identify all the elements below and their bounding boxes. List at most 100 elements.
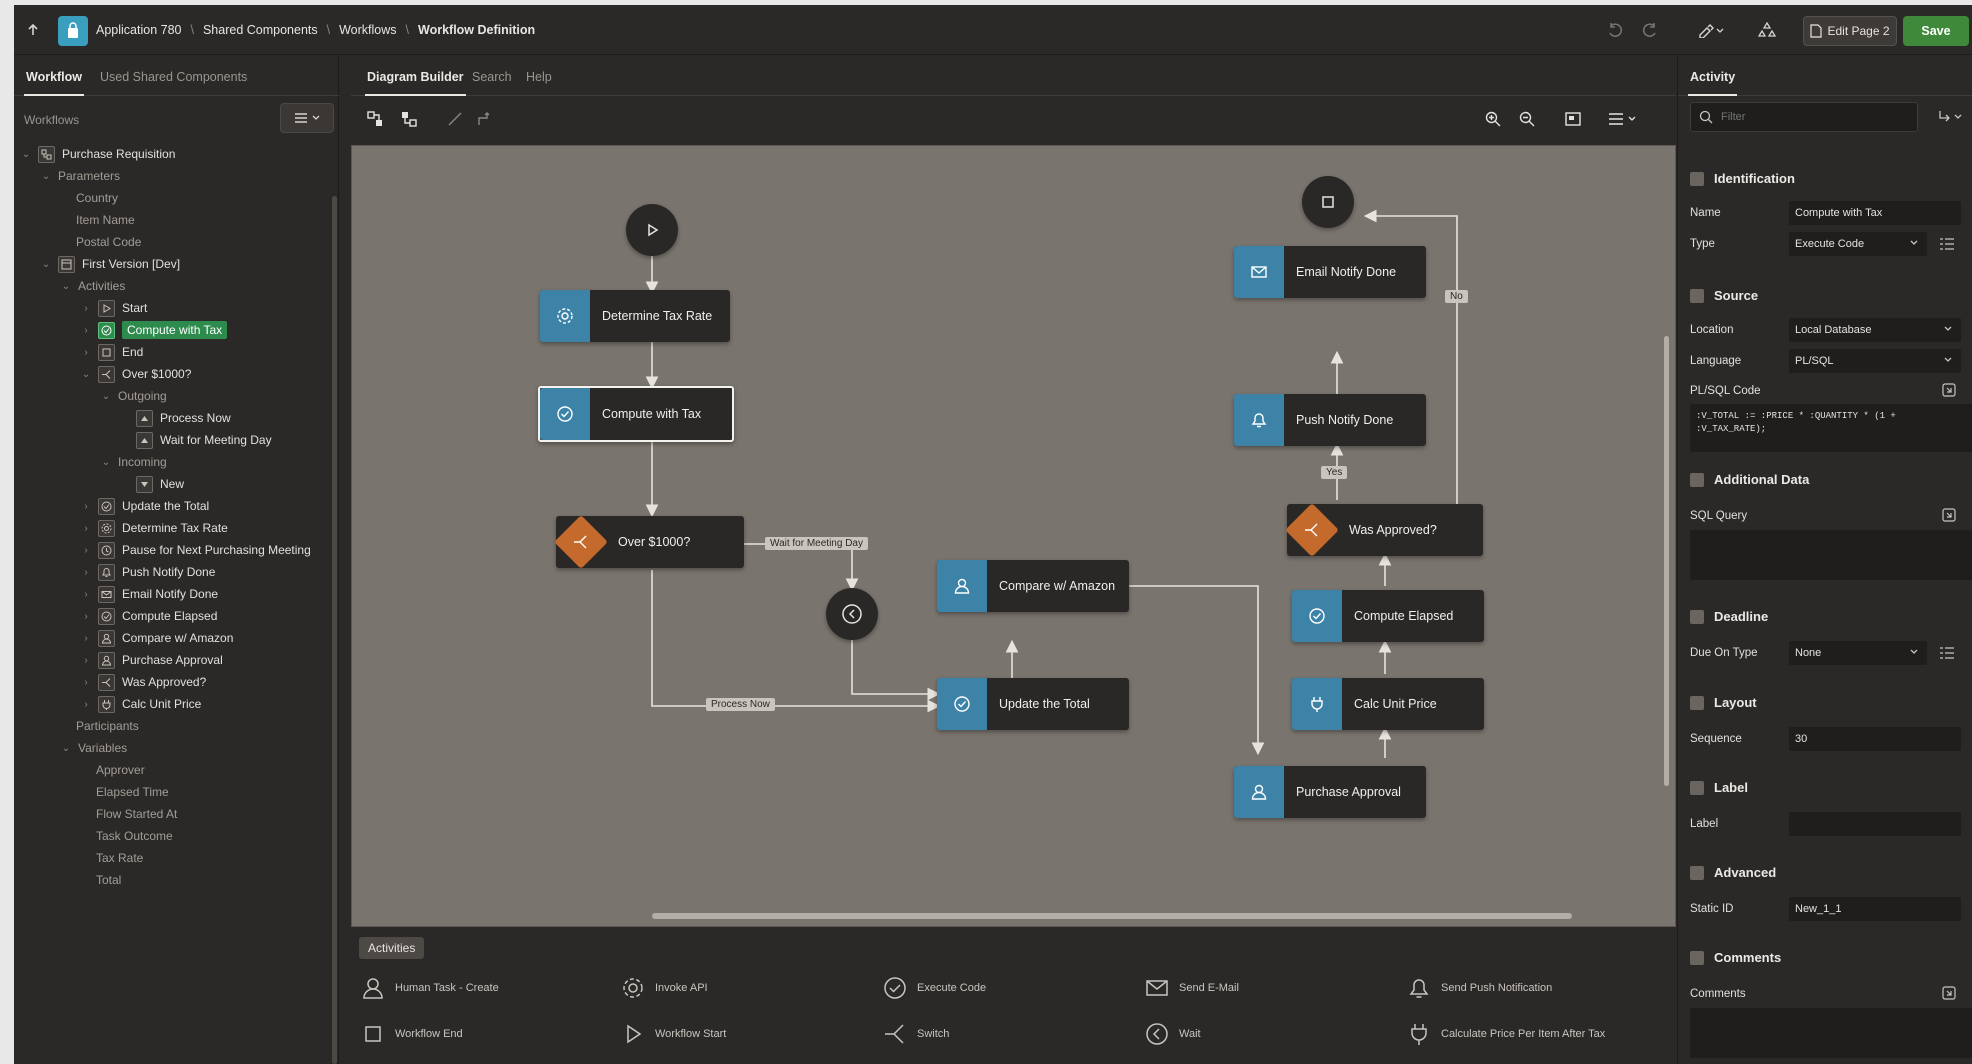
location-select[interactable]: Local Database: [1789, 318, 1961, 342]
connector-label-no[interactable]: No: [1445, 290, 1468, 303]
tree-node[interactable]: Item Name: [76, 209, 135, 231]
tree-node[interactable]: ⌄ Outgoing: [100, 385, 167, 407]
tree-node[interactable]: › Calc Unit Price: [80, 693, 201, 715]
tree-node[interactable]: Flow Started At: [96, 803, 177, 825]
tab-workflow[interactable]: Workflow: [23, 70, 85, 96]
tab-activities[interactable]: Activities: [359, 937, 425, 959]
tree-menu-button[interactable]: [280, 103, 334, 133]
breadcrumb-application[interactable]: Application 780: [96, 23, 181, 37]
draw-connection-icon[interactable]: [443, 107, 467, 131]
tab-used-shared-components[interactable]: Used Shared Components: [100, 70, 247, 84]
up-arrow-icon[interactable]: [22, 19, 44, 41]
label-field[interactable]: [1789, 812, 1961, 836]
section-layout[interactable]: Layout: [1690, 695, 1757, 710]
palette-item-send-email[interactable]: Send E-Mail: [1145, 976, 1239, 1000]
tree-node[interactable]: New: [136, 473, 184, 495]
name-field[interactable]: Compute with Tax: [1789, 201, 1961, 225]
section-identification[interactable]: Identification: [1690, 171, 1795, 186]
left-scrollbar[interactable]: [332, 196, 337, 1064]
tree-node[interactable]: › Pause for Next Purchasing Meeting: [80, 539, 311, 561]
tree-node[interactable]: Elapsed Time: [96, 781, 169, 803]
filter-field[interactable]: [1690, 102, 1918, 132]
code-editor-icon[interactable]: [1938, 982, 1960, 1004]
tree-node[interactable]: Total: [96, 869, 121, 891]
node-purchase-approval[interactable]: Purchase Approval: [1234, 766, 1426, 818]
tree-node[interactable]: › Push Notify Done: [80, 561, 215, 583]
end-node[interactable]: [1302, 176, 1354, 228]
section-comments[interactable]: Comments: [1690, 950, 1781, 965]
node-push-notify-done[interactable]: Push Notify Done: [1234, 394, 1426, 446]
node-compute-with-tax[interactable]: Compute with Tax: [538, 386, 734, 442]
due-on-type-select[interactable]: None: [1789, 641, 1927, 665]
code-editor-icon[interactable]: [1938, 379, 1960, 401]
node-determine-tax-rate[interactable]: Determine Tax Rate: [540, 290, 730, 342]
fit-to-screen-icon[interactable]: [1561, 107, 1585, 131]
node-was-approved[interactable]: Was Approved?: [1285, 503, 1483, 557]
tree-node[interactable]: › End: [80, 341, 143, 363]
wait-node[interactable]: [826, 588, 878, 640]
tree-node[interactable]: Country: [76, 187, 118, 209]
tree-node[interactable]: › Update the Total: [80, 495, 209, 517]
palette-item-workflow-start[interactable]: Workflow Start: [621, 1022, 726, 1046]
node-compute-elapsed[interactable]: Compute Elapsed: [1292, 590, 1484, 642]
save-button[interactable]: Save: [1903, 16, 1969, 46]
palette-item-switch[interactable]: Switch: [883, 1022, 949, 1046]
breadcrumb-shared-components[interactable]: Shared Components: [203, 23, 318, 37]
connector-label-yes[interactable]: Yes: [1321, 466, 1348, 479]
list-icon[interactable]: [1936, 642, 1958, 664]
palette-item-execute-code[interactable]: Execute Code: [883, 976, 986, 1000]
connector-label-process-now[interactable]: Process Now: [706, 698, 775, 711]
list-icon[interactable]: [1936, 233, 1958, 255]
tree-node-selected[interactable]: › Compute with Tax: [80, 319, 228, 341]
palette-item-invoke-api[interactable]: Invoke API: [621, 976, 708, 1000]
tree-node[interactable]: ⌄ Incoming: [100, 451, 167, 473]
breadcrumb-workflows[interactable]: Workflows: [339, 23, 396, 37]
code-editor-icon[interactable]: [1938, 504, 1960, 526]
static-id-field[interactable]: New_1_1: [1789, 897, 1961, 921]
tree-node[interactable]: ⌄ Activities: [60, 275, 126, 297]
language-select[interactable]: PL/SQL: [1789, 349, 1961, 373]
section-advanced[interactable]: Advanced: [1690, 865, 1776, 880]
tree-node[interactable]: › Determine Tax Rate: [80, 517, 228, 539]
palette-item-send-push[interactable]: Send Push Notification: [1407, 976, 1552, 1000]
comments-editor[interactable]: [1690, 1008, 1972, 1058]
plsql-code-editor[interactable]: :V_TOTAL := :PRICE * :QUANTITY * (1 + :V…: [1690, 404, 1972, 452]
palette-item-wait[interactable]: Wait: [1145, 1022, 1201, 1046]
start-node[interactable]: [626, 204, 678, 256]
palette-item-calculate-price[interactable]: Calculate Price Per Item After Tax: [1407, 1022, 1605, 1046]
canvas-vertical-scrollbar[interactable]: [1664, 336, 1669, 786]
section-additional-data[interactable]: Additional Data: [1690, 472, 1809, 487]
tab-help[interactable]: Help: [526, 70, 552, 84]
route-connection-icon[interactable]: [473, 107, 497, 131]
zoom-out-icon[interactable]: [1515, 107, 1539, 131]
connector-label-wait[interactable]: Wait for Meeting Day: [765, 537, 868, 550]
connector[interactable]: [743, 543, 859, 592]
section-source[interactable]: Source: [1690, 288, 1758, 303]
section-label[interactable]: Label: [1690, 780, 1748, 795]
app-icon[interactable]: [58, 16, 88, 46]
tree-node[interactable]: Wait for Meeting Day: [136, 429, 272, 451]
edit-page-button[interactable]: Edit Page 2: [1803, 16, 1897, 46]
palette-item-workflow-end[interactable]: Workflow End: [361, 1022, 463, 1046]
node-calc-unit-price[interactable]: Calc Unit Price: [1292, 678, 1484, 730]
zoom-in-icon[interactable]: [1481, 107, 1505, 131]
sequence-field[interactable]: 30: [1789, 727, 1961, 751]
filter-input[interactable]: [1721, 111, 1901, 123]
tab-diagram-builder[interactable]: Diagram Builder: [365, 70, 466, 96]
go-to-group-icon[interactable]: [1936, 106, 1966, 128]
canvas-horizontal-scrollbar[interactable]: [652, 913, 1572, 919]
node-compare-amazon[interactable]: Compare w/ Amazon: [937, 560, 1129, 612]
redo-icon[interactable]: [1639, 19, 1661, 41]
tree-node[interactable]: › Compute Elapsed: [80, 605, 217, 627]
tree-node[interactable]: › Email Notify Done: [80, 583, 218, 605]
node-over-1000[interactable]: Over $1000?: [554, 515, 744, 569]
type-select[interactable]: Execute Code: [1789, 232, 1927, 256]
node-email-notify-done[interactable]: Email Notify Done: [1234, 246, 1426, 298]
tree-node[interactable]: › Was Approved?: [80, 671, 206, 693]
tree-node[interactable]: ⌄ Purchase Requisition: [20, 143, 175, 165]
tree-node[interactable]: Postal Code: [76, 231, 141, 253]
node-update-total[interactable]: Update the Total: [937, 678, 1129, 730]
add-activity-icon[interactable]: [397, 107, 421, 131]
tree-node[interactable]: › Purchase Approval: [80, 649, 223, 671]
tree-node[interactable]: Tax Rate: [96, 847, 143, 869]
